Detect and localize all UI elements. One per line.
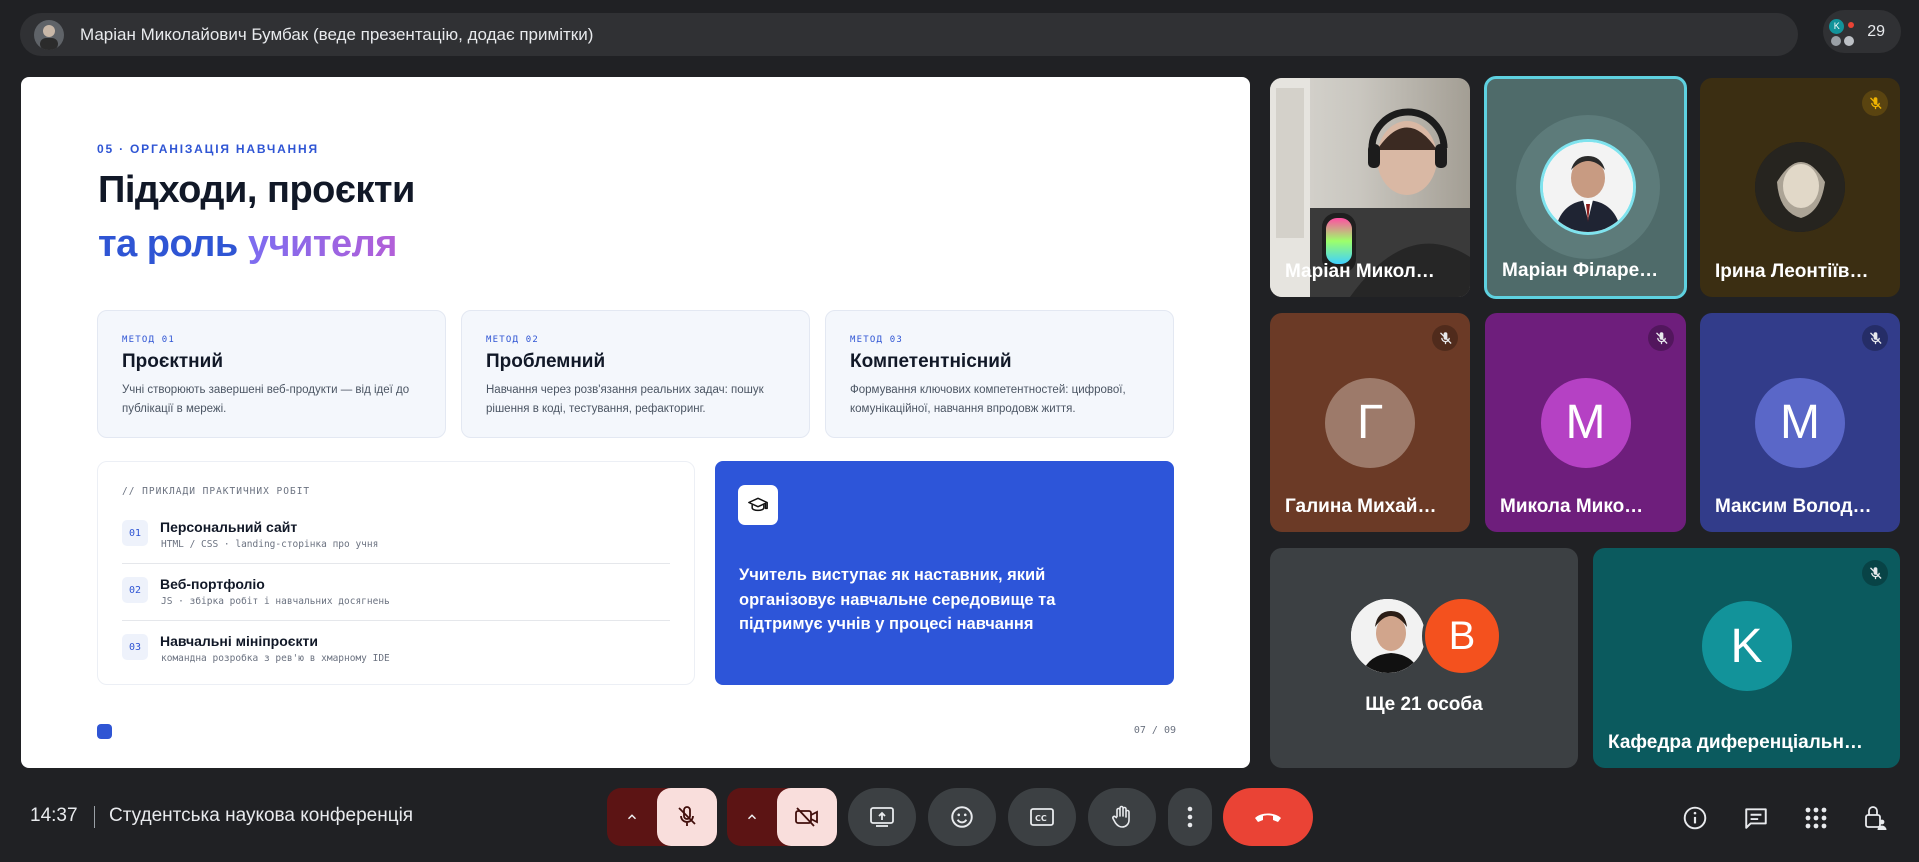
graduation-cap-icon <box>738 485 778 525</box>
examples-card: // ПРИКЛАДИ ПРАКТИЧНИХ РОБІТ 01 Персонал… <box>97 461 695 685</box>
apps-grid-icon <box>1805 807 1827 829</box>
list-item: 03 Навчальні мініпроєкти командна розроб… <box>122 621 670 678</box>
info-icon <box>1683 806 1707 830</box>
mic-options-chevron-up-icon[interactable] <box>607 788 657 846</box>
chat-button[interactable] <box>1741 803 1771 833</box>
more-options-button[interactable] <box>1168 788 1212 846</box>
raise-hand-icon <box>1112 805 1130 828</box>
avatar <box>1755 142 1845 232</box>
participant-name: Ірина Леонтіїв… <box>1715 261 1869 282</box>
participant-name: Кафедра диференціальн… <box>1608 732 1863 753</box>
participant-tile[interactable]: Маріан Микол… <box>1270 78 1470 297</box>
camera-control-group <box>727 788 837 846</box>
emoji-icon <box>951 806 973 828</box>
more-participants-tile[interactable]: B Ще 21 особа <box>1270 548 1578 768</box>
mic-off-icon <box>678 806 696 826</box>
examples-heading: // ПРИКЛАДИ ПРАКТИЧНИХ РОБІТ <box>122 486 311 497</box>
presentation-slide: 05 · ОРГАНІЗАЦІЯ НАВЧАННЯ Підходи, проєк… <box>21 77 1250 768</box>
camera-off-button[interactable] <box>777 788 837 846</box>
slide-progress-dot <box>97 724 112 739</box>
participant-tile[interactable]: Ірина Леонтіїв… <box>1700 78 1900 297</box>
end-call-icon <box>1255 813 1281 822</box>
teacher-role-card: Учитель виступає як наставник, який орга… <box>715 461 1174 685</box>
avatar <box>1540 139 1636 235</box>
slide-page-number: 07 / 09 <box>1133 725 1176 736</box>
meeting-title: Студентська наукова конференція <box>109 805 414 826</box>
list-item: 02 Веб-портфоліо JS · збірка робіт і нав… <box>122 564 670 621</box>
camera-off-icon <box>795 807 818 827</box>
muted-mic-icon <box>1862 90 1888 116</box>
participant-tile[interactable]: K Кафедра диференціальн… <box>1593 548 1900 768</box>
present-screen-button[interactable] <box>848 788 916 846</box>
participant-tile[interactable]: Г Галина Михай… <box>1270 313 1470 532</box>
avatar <box>1348 596 1428 676</box>
participant-name: Галина Михай… <box>1285 496 1437 517</box>
muted-mic-icon <box>1648 325 1674 351</box>
meet-window: Маріан Миколайович Бумбак (веде презента… <box>0 0 1919 862</box>
clock: 14:37 <box>30 805 78 826</box>
avatar: B <box>1422 596 1502 676</box>
more-vertical-icon <box>1187 806 1193 828</box>
meeting-details-button[interactable] <box>1680 803 1710 833</box>
slide-title-line2: та роль учителя <box>98 223 397 265</box>
method-card: МЕТОД 03 Компетентнісний Формування ключ… <box>825 310 1174 438</box>
muted-mic-icon <box>1862 560 1888 586</box>
present-screen-icon <box>870 807 894 827</box>
avatar: K <box>1701 601 1792 691</box>
presenter-label: Маріан Миколайович Бумбак (веде презента… <box>80 24 594 44</box>
svg-text:CC: CC <box>1035 814 1047 823</box>
mic-control-group <box>607 788 717 846</box>
method-card: МЕТОД 02 Проблемний Навчання через розв'… <box>461 310 810 438</box>
presenter-avatar <box>34 19 64 50</box>
lock-person-icon <box>1865 806 1887 830</box>
reactions-button[interactable] <box>928 788 996 846</box>
captions-icon: CC <box>1030 808 1054 826</box>
raise-hand-button[interactable] <box>1088 788 1156 846</box>
method-card: МЕТОД 01 Проєктний Учні створюють заверш… <box>97 310 446 438</box>
teacher-role-text: Учитель виступає як наставник, який орга… <box>739 566 1056 633</box>
participant-tile[interactable]: M Максим Волод… <box>1700 313 1900 532</box>
participant-tile-speaking[interactable]: Маріан Філаре… <box>1484 76 1687 299</box>
avatar: M <box>1540 377 1631 468</box>
list-item: 01 Персональний сайт HTML / CSS · landin… <box>122 507 670 564</box>
avatar: Г <box>1325 377 1415 468</box>
people-button[interactable]: K 29 <box>1823 10 1901 53</box>
avatar: M <box>1755 377 1845 468</box>
captions-button[interactable]: CC <box>1008 788 1076 846</box>
people-count: 29 <box>1867 22 1885 40</box>
slide-kicker: 05 · ОРГАНІЗАЦІЯ НАВЧАННЯ <box>97 142 319 156</box>
participant-name: Максим Волод… <box>1715 496 1872 517</box>
participants-avatars-icon: K <box>1827 17 1857 47</box>
participant-name: Маріан Микол… <box>1285 261 1435 282</box>
leave-call-button[interactable] <box>1223 788 1313 846</box>
chat-icon <box>1745 808 1767 829</box>
presenter-bar[interactable]: Маріан Миколайович Бумбак (веде презента… <box>20 13 1798 56</box>
divider <box>94 806 95 828</box>
participant-tile[interactable]: M Микола Мико… <box>1485 313 1686 532</box>
participant-name: Маріан Філаре… <box>1502 260 1659 281</box>
slide-title-line1: Підходи, проєкти <box>98 169 415 211</box>
host-controls-button[interactable] <box>1861 803 1891 833</box>
mic-off-button[interactable] <box>657 788 717 846</box>
camera-options-chevron-up-icon[interactable] <box>727 788 777 846</box>
muted-mic-icon <box>1862 325 1888 351</box>
more-participants-label: Ще 21 особа <box>1365 694 1483 715</box>
activities-button[interactable] <box>1801 803 1831 833</box>
participant-name: Микола Мико… <box>1500 496 1644 517</box>
muted-mic-icon <box>1432 325 1458 351</box>
